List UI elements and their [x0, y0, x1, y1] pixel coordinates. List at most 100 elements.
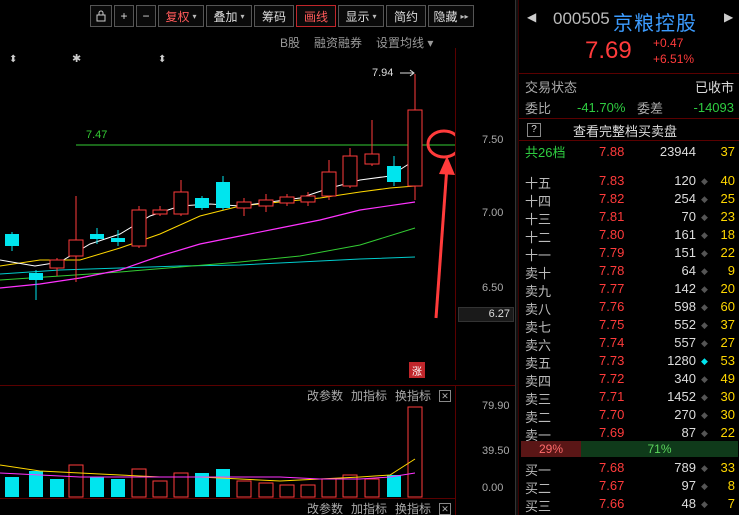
level-price: 7.69: [599, 425, 625, 440]
level-volume: 120: [674, 173, 696, 188]
volume-axis: 79.90 39.50 0.00: [455, 385, 515, 515]
hline-label: 7.47: [86, 129, 107, 141]
level-price: 7.76: [599, 299, 625, 314]
order-book-row[interactable]: 卖八 7.76 598 ◆ 60: [519, 298, 739, 317]
level-volume: 87: [681, 425, 696, 440]
order-book-row[interactable]: 卖二 7.70 270 ◆ 30: [519, 406, 739, 425]
level-price: 7.75: [599, 317, 625, 332]
help-icon[interactable]: ?: [527, 123, 541, 137]
buy-sell-ratio-bar: 29% 71%: [521, 441, 738, 457]
level-price: 7.66: [599, 496, 625, 511]
full-book-row[interactable]: ? 查看完整档买卖盘: [519, 121, 739, 139]
weicha-value: -14093: [693, 99, 734, 115]
display-button[interactable]: 显示 ▾: [338, 5, 384, 27]
overlay-button[interactable]: 叠加 ▾: [206, 5, 252, 27]
total-levels-row: 共26档 7.88 23944 37: [519, 142, 739, 160]
level-volume: 151: [674, 245, 696, 260]
change-params-link[interactable]: 改参数: [307, 500, 343, 515]
status-value: 已收市: [694, 79, 734, 95]
order-book-row[interactable]: 十四 7.82 254 ◆ 25: [519, 190, 739, 209]
level-count: 30: [720, 407, 735, 422]
order-book-row[interactable]: 卖九 7.77 142 ◆ 20: [519, 280, 739, 299]
level-marker-icon: ◆: [701, 320, 708, 330]
add-indicator-link[interactable]: 加指标: [351, 500, 387, 515]
indicator-header-2: 改参数 加指标 换指标 ✕: [0, 498, 455, 515]
zoom-in-icon[interactable]: +: [114, 5, 134, 27]
level-volume: 142: [674, 281, 696, 296]
price-tick: 6.50: [482, 282, 504, 294]
weibi-row: 委比 -41.70% 委差 -14093: [519, 98, 739, 116]
level-count: 40: [720, 173, 735, 188]
annotation-arrow[interactable]: [434, 165, 449, 319]
order-book-row[interactable]: 卖一 7.69 87 ◆ 22: [519, 424, 739, 443]
fuquan-button[interactable]: 复权 ▾: [158, 5, 204, 27]
close-icon[interactable]: ✕: [439, 389, 451, 402]
lock-icon[interactable]: [90, 5, 112, 27]
level-count: 27: [720, 335, 735, 350]
level-marker-icon: ◆: [701, 338, 708, 348]
level-price: 7.82: [599, 191, 625, 206]
status-label: 交易状态: [525, 79, 578, 95]
level-volume: 552: [674, 317, 696, 332]
order-book-row[interactable]: 十五 7.83 120 ◆ 40: [519, 172, 739, 191]
ma30-line: [0, 227, 416, 281]
level-price: 7.67: [599, 478, 625, 493]
close-icon[interactable]: ✕: [439, 502, 451, 515]
level-price: 7.83: [599, 173, 625, 188]
switch-indicator-link[interactable]: 换指标: [395, 500, 431, 515]
level-marker-icon: ◆: [701, 463, 708, 473]
candlestick-chart[interactable]: ⬍ ✱ ⬍ 7.47 7.94: [0, 48, 455, 380]
level-price: 7.72: [599, 371, 625, 386]
vol-tick: 0.00: [482, 482, 504, 494]
chips-button[interactable]: 筹码: [254, 5, 294, 27]
order-book-row[interactable]: 十二 7.80 161 ◆ 18: [519, 226, 739, 245]
level-volume: 64: [681, 263, 696, 278]
order-book-row[interactable]: 卖十 7.78 64 ◆ 9: [519, 262, 739, 281]
level-count: 20: [720, 281, 735, 296]
order-book-row[interactable]: 十三 7.81 70 ◆ 23: [519, 208, 739, 227]
level-marker-icon: ◆: [701, 392, 708, 402]
order-book-row[interactable]: 卖五 7.73 1280 ◆ 53: [519, 352, 739, 371]
order-book-row[interactable]: 十一 7.79 151 ◆ 22: [519, 244, 739, 263]
stock-name: 京粮控股: [613, 13, 697, 35]
status-row: 交易状态 已收市: [519, 77, 739, 95]
draw-line-button[interactable]: 画线: [296, 5, 336, 27]
weibi-value: -41.70%: [577, 99, 626, 115]
order-book-row[interactable]: 买一 7.68 789 ◆ 33: [519, 459, 739, 478]
level-marker-icon: ◆: [701, 428, 708, 438]
order-book-row[interactable]: 卖四 7.72 340 ◆ 49: [519, 370, 739, 389]
level-count: 7: [727, 496, 735, 511]
level-marker-icon: ◆: [701, 374, 708, 384]
annotation-circle[interactable]: [426, 129, 455, 159]
event-marker[interactable]: ✱: [72, 53, 81, 65]
level-price: 7.74: [599, 335, 625, 350]
level-price: 7.81: [599, 209, 625, 224]
hide-button[interactable]: 隐藏 ▸▸: [428, 5, 474, 27]
total-levels-label: 共26档: [525, 144, 566, 160]
zoom-out-icon[interactable]: −: [136, 5, 156, 27]
order-book-row[interactable]: 卖三 7.71 1452 ◆ 30: [519, 388, 739, 407]
order-book-row[interactable]: 卖七 7.75 552 ◆ 37: [519, 316, 739, 335]
next-stock-icon[interactable]: ▶: [724, 10, 733, 24]
level-price: 7.70: [599, 407, 625, 422]
level-volume: 97: [681, 478, 696, 493]
total-volume: 23944: [659, 143, 696, 159]
level-marker-icon: ◆: [701, 499, 708, 509]
simple-button[interactable]: 简约: [386, 5, 426, 27]
level-volume: 270: [674, 407, 696, 422]
full-book-link[interactable]: 查看完整档买卖盘: [573, 121, 677, 140]
order-book-row[interactable]: 买二 7.67 97 ◆ 8: [519, 477, 739, 496]
price-tick: 7.00: [482, 207, 504, 219]
level-marker-icon: ◆: [701, 266, 708, 276]
order-book-row[interactable]: 买三 7.66 48 ◆ 7: [519, 495, 739, 514]
level-marker-icon: ◆: [701, 230, 708, 240]
volume-chart[interactable]: [0, 401, 455, 498]
level-marker-icon: ◆: [701, 248, 708, 258]
order-book-row[interactable]: 卖六 7.74 557 ◆ 27: [519, 334, 739, 353]
limit-up-badge: 涨: [409, 362, 425, 378]
prev-stock-icon[interactable]: ◀: [527, 10, 536, 24]
event-marker[interactable]: ⬍: [158, 54, 166, 65]
event-marker[interactable]: ⬍: [9, 54, 17, 65]
current-price-tag: 6.27: [458, 307, 514, 322]
level-count: 30: [720, 389, 735, 404]
